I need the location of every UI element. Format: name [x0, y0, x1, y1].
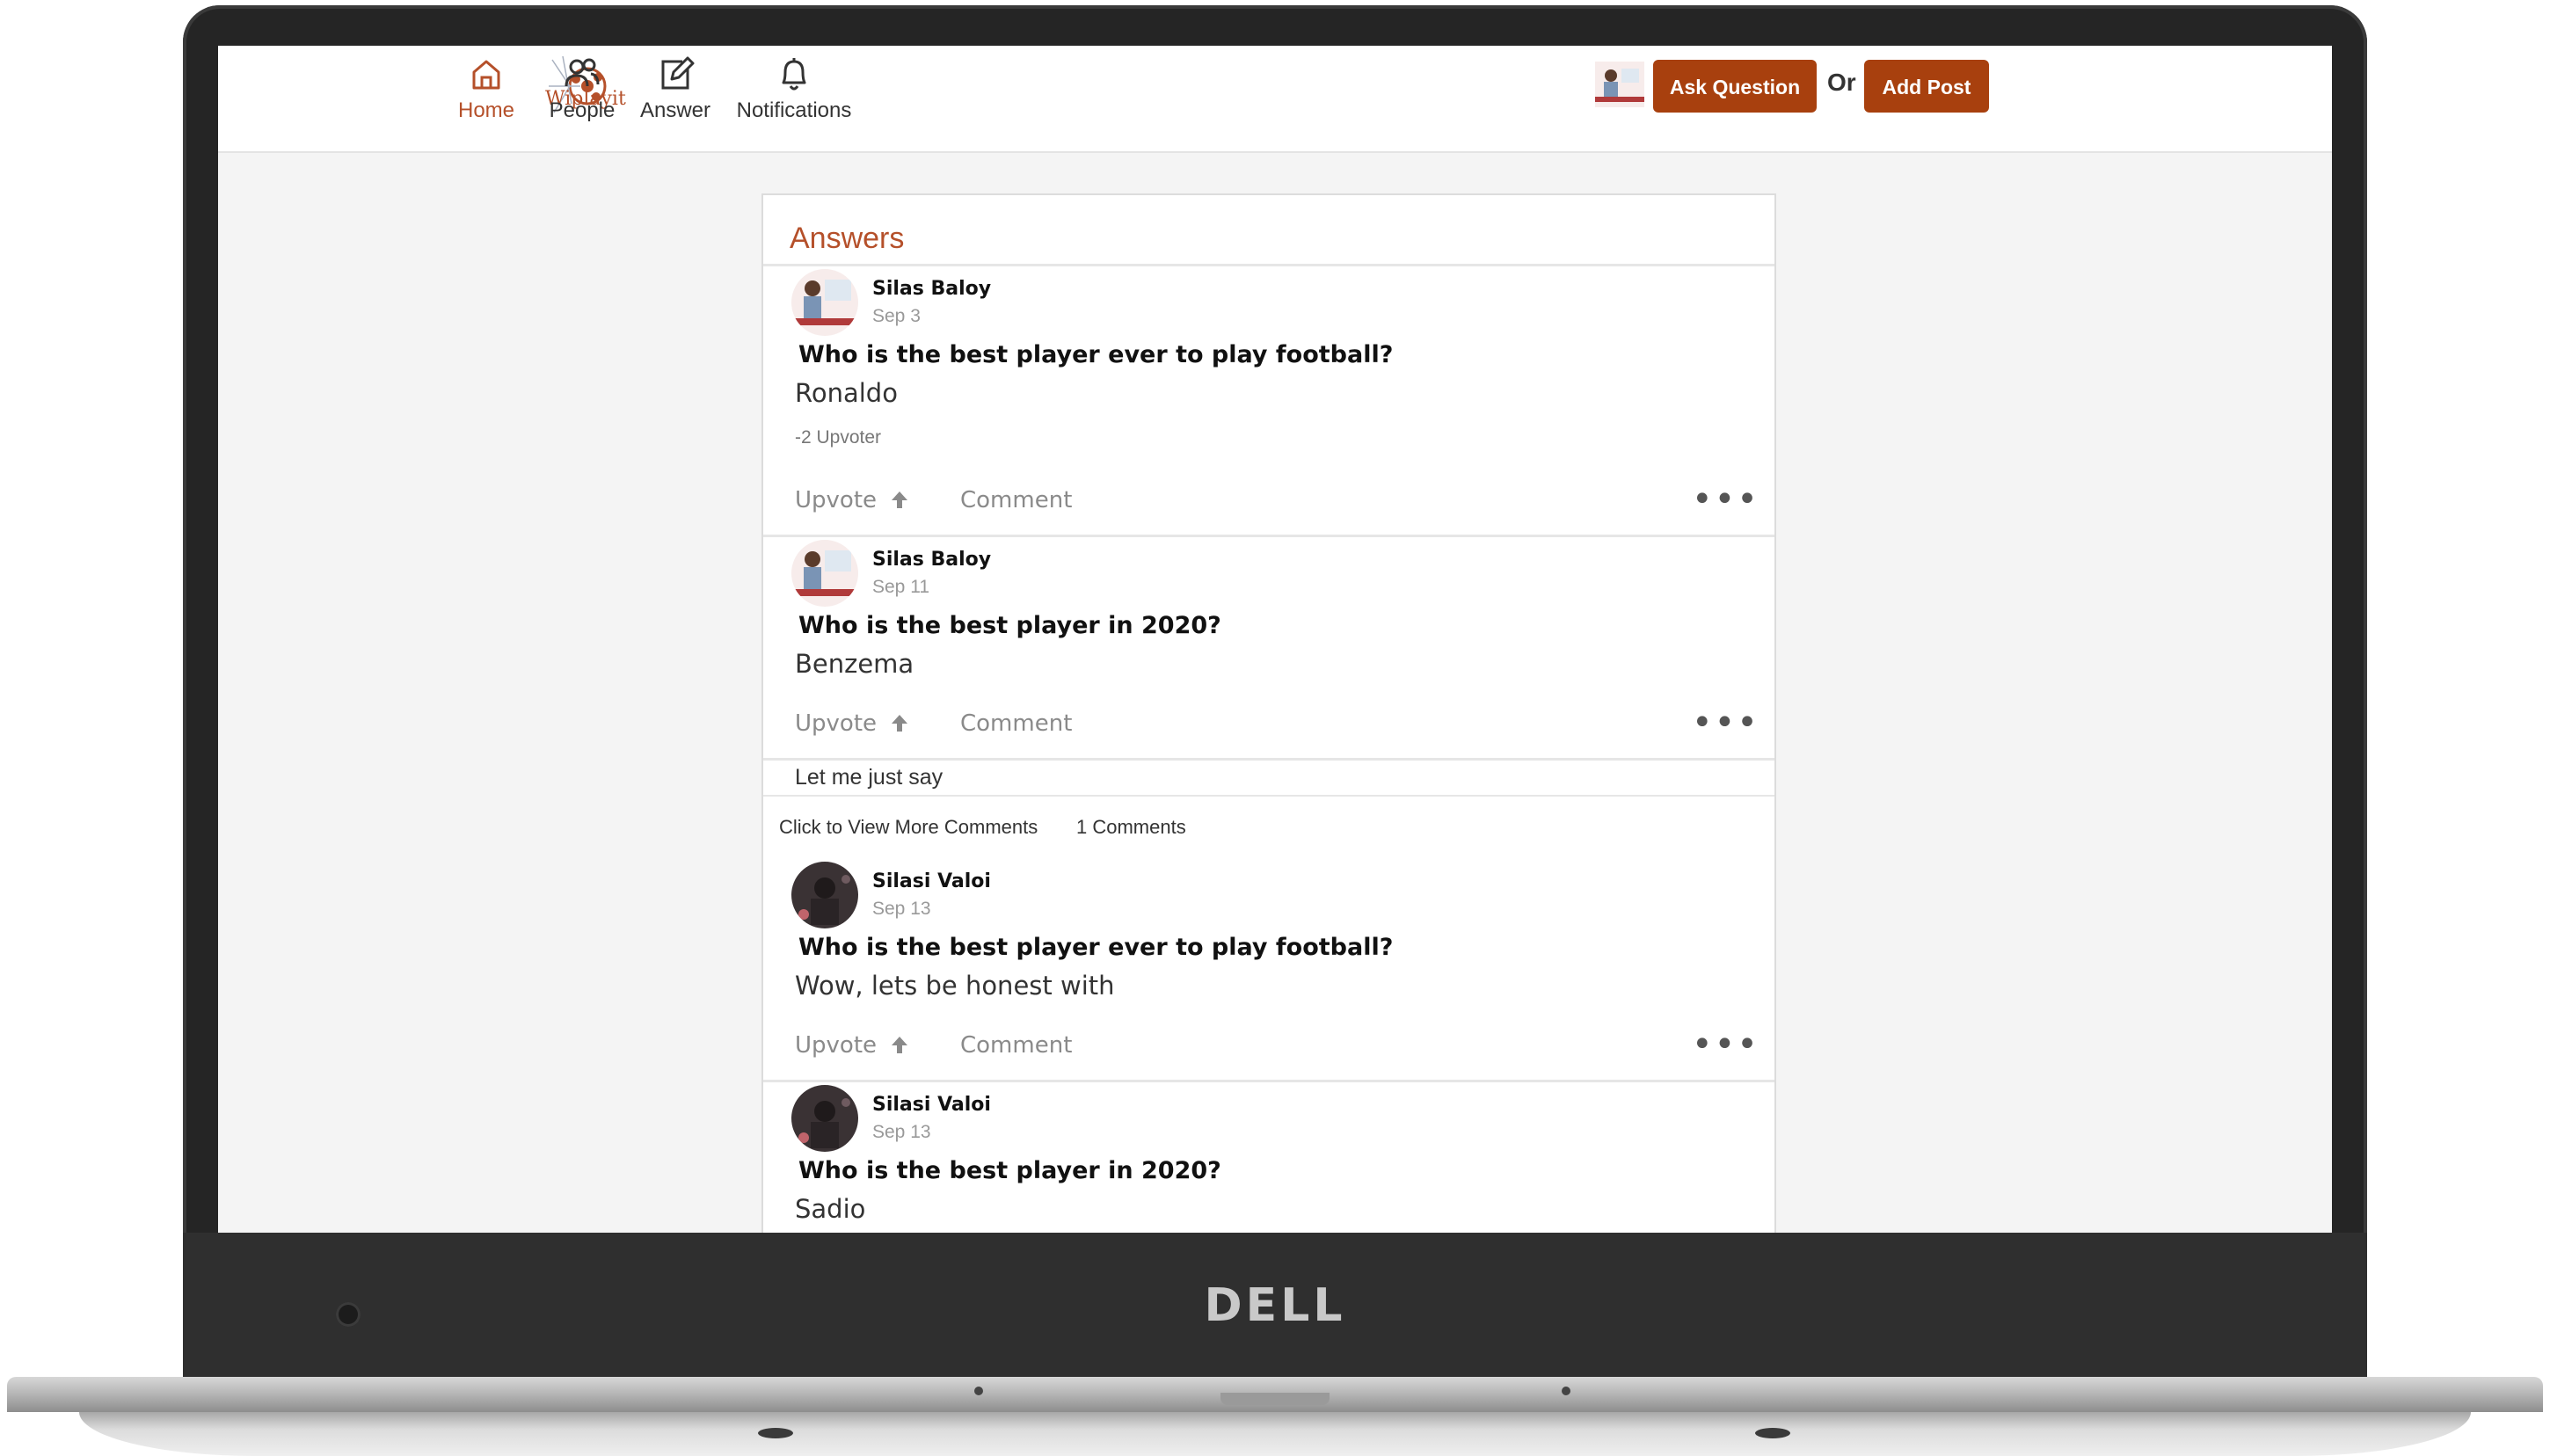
divider [763, 1080, 1774, 1082]
answer-text: Sadio [795, 1194, 866, 1224]
nav-notifications-label: Notifications [736, 98, 852, 122]
comment-preview: Let me just say [795, 765, 944, 790]
nav-answer-label: Answer [639, 98, 711, 122]
view-more-comments-link[interactable]: Click to View More Comments [779, 816, 1038, 839]
user-avatar[interactable] [1595, 62, 1644, 107]
laptop-base-front [79, 1412, 2471, 1456]
post-date: Sep 3 [872, 306, 921, 326]
upvote-button[interactable]: Upvote [795, 487, 910, 513]
question-title[interactable]: Who is the best player ever to play foot… [798, 934, 1393, 961]
arrow-up-icon [892, 491, 908, 508]
nav-people-label: People [549, 98, 616, 122]
answer-text: Benzema [795, 649, 914, 679]
upvote-button[interactable]: Upvote [795, 1032, 910, 1059]
bell-icon [782, 58, 806, 91]
upvote-count: -2 Upvoter [795, 427, 882, 448]
more-options-icon[interactable]: ••• [1692, 482, 1760, 517]
device-brand-logo: DELL [1204, 1279, 1346, 1332]
nav-home-label: Home [457, 98, 515, 122]
laptop-foot [1755, 1428, 1790, 1438]
hinge-dot [974, 1387, 983, 1395]
author-avatar[interactable] [791, 862, 858, 928]
answer-post: Silas Baloy Sep 3 Who is the best player… [763, 269, 1774, 533]
author-name[interactable]: Silas Baloy [872, 278, 991, 300]
divider [763, 758, 1774, 761]
more-options-icon[interactable]: ••• [1692, 705, 1760, 740]
author-avatar[interactable] [791, 540, 858, 607]
laptop-foot [758, 1428, 793, 1438]
answer-post: Silasi Valoi Sep 13 Who is the best play… [763, 1085, 1774, 1233]
answer-text: Ronaldo [795, 378, 898, 408]
more-options-icon[interactable]: ••• [1692, 1027, 1760, 1062]
comment-button[interactable]: Comment [960, 1032, 1072, 1059]
answer-text: Wow, lets be honest with [795, 971, 1115, 1001]
upvote-label: Upvote [795, 1032, 878, 1059]
nav-notifications[interactable]: Notifications [728, 55, 860, 142]
post-date: Sep 13 [872, 899, 931, 919]
top-navbar: Wiplayit Home People Answer Notification… [218, 46, 2332, 153]
add-post-button[interactable]: Add Post [1864, 60, 1989, 113]
author-avatar[interactable] [791, 269, 858, 336]
upvote-button[interactable]: Upvote [795, 710, 910, 737]
app-screen: Wiplayit Home People Answer Notification… [218, 46, 2332, 1233]
arrow-up-icon [892, 1037, 908, 1053]
upvote-label: Upvote [795, 710, 878, 737]
arrow-up-icon [892, 715, 908, 732]
feed-title: Answers [790, 222, 905, 255]
comments-count: 1 Comments [1076, 816, 1186, 838]
divider [763, 795, 1774, 797]
nav-people[interactable]: People [538, 55, 626, 142]
comment-button[interactable]: Comment [960, 710, 1072, 737]
laptop-notch [1220, 1393, 1330, 1405]
question-title[interactable]: Who is the best player in 2020? [798, 612, 1221, 639]
author-name[interactable]: Silasi Valoi [872, 870, 991, 892]
post-date: Sep 13 [872, 1122, 931, 1142]
comment-button[interactable]: Comment [960, 487, 1072, 513]
upvote-label: Upvote [795, 487, 878, 513]
author-avatar[interactable] [791, 1085, 858, 1152]
or-separator: Or [1827, 69, 1856, 96]
people-icon [565, 58, 600, 87]
edit-icon [661, 56, 695, 90]
nav-home[interactable]: Home [447, 55, 526, 142]
question-title[interactable]: Who is the best player ever to play foot… [798, 341, 1393, 368]
answer-post: Silas Baloy Sep 11 Who is the best playe… [763, 540, 1774, 760]
answers-feed: Answers Silas Baloy Sep 3 Who is the bes… [761, 193, 1776, 1233]
author-name[interactable]: Silas Baloy [872, 549, 991, 571]
post-date: Sep 11 [872, 577, 929, 597]
home-icon [472, 60, 500, 90]
question-title[interactable]: Who is the best player in 2020? [798, 1157, 1221, 1184]
ask-question-button[interactable]: Ask Question [1653, 60, 1817, 113]
webcam [336, 1302, 361, 1327]
hinge-dot [1562, 1387, 1570, 1395]
divider [763, 535, 1774, 537]
author-name[interactable]: Silasi Valoi [872, 1094, 991, 1116]
answer-post: Silasi Valoi Sep 13 Who is the best play… [763, 862, 1774, 1090]
divider [763, 264, 1774, 266]
nav-answer[interactable]: Answer [631, 55, 719, 142]
